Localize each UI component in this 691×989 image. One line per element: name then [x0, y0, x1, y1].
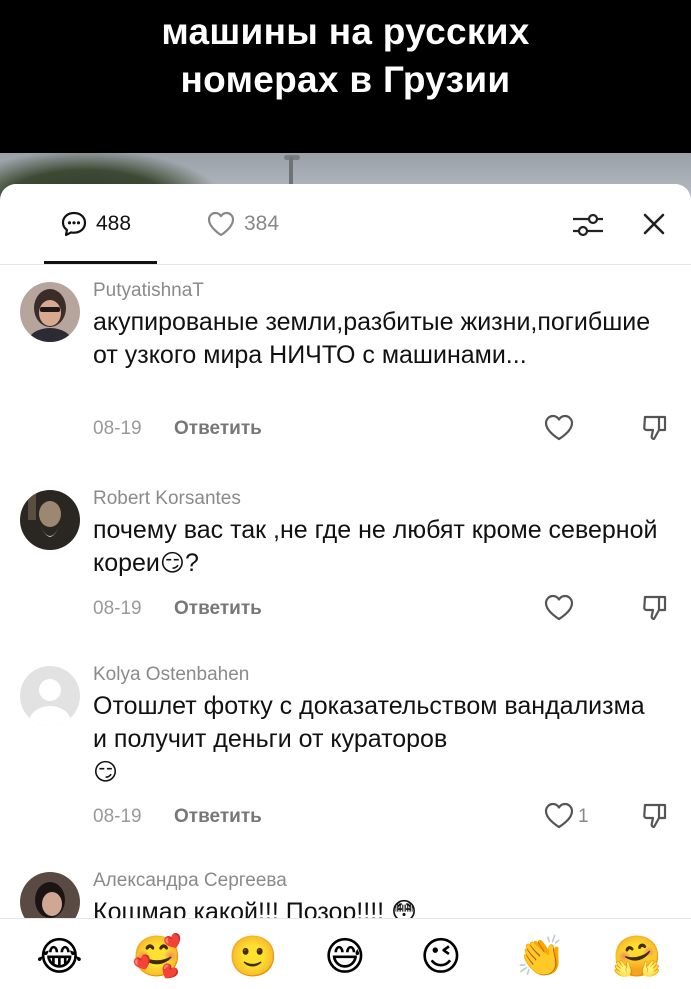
comment-text: акупированые земли,разбитые жизни,погибш…: [93, 308, 651, 369]
avatar[interactable]: [20, 282, 80, 342]
emoji-button[interactable]: 😂: [36, 933, 83, 981]
emoji-button[interactable]: 🙂: [228, 933, 278, 981]
video-background: машины на русских номерах в Грузии: [0, 0, 691, 200]
like-count: 1: [578, 806, 589, 827]
comment-date: 08-19: [93, 806, 142, 827]
comments-header: 488 384: [0, 184, 691, 265]
emoji-button[interactable]: 🥰: [132, 933, 182, 981]
user-photo-avatar: [20, 872, 80, 918]
dislike-icon[interactable]: [640, 593, 670, 623]
comment-text: Кошмар какой!!! Позор!!!! 😳: [93, 898, 418, 918]
emoji-button[interactable]: 😉: [420, 933, 462, 981]
smirk-emoji: 😏: [93, 758, 119, 786]
comments-count: 488: [96, 212, 132, 235]
user-photo-avatar: [20, 282, 80, 342]
video-caption: машины на русских номерах в Грузии: [0, 8, 691, 104]
reply-button[interactable]: Ответить: [174, 598, 262, 620]
comment-text-suffix: ?: [184, 549, 199, 577]
avatar[interactable]: [20, 872, 80, 918]
comment-date: 08-19: [93, 418, 142, 439]
emoji-button[interactable]: 😅: [324, 933, 366, 981]
comment-author[interactable]: Kolya Ostenbahen: [93, 664, 249, 686]
heart-icon[interactable]: [542, 801, 576, 831]
tab-comments[interactable]: 488: [60, 206, 131, 242]
close-icon[interactable]: [640, 210, 668, 238]
comment-bubble-icon: [61, 211, 87, 237]
comment-text: Отошлет фотку с доказательством вандализ…: [93, 690, 663, 789]
emoji-button[interactable]: 🤗: [612, 933, 662, 981]
heart-icon[interactable]: [542, 413, 576, 443]
comments-sheet: 488 384 PutyatishnaT акупированые земли,…: [0, 184, 691, 989]
comment-author[interactable]: Robert Korsantes: [93, 488, 241, 510]
emoji-quick-bar: 😂 🥰 🙂 😅 😉 👏 🤗: [0, 918, 691, 989]
smirk-emoji: 😏: [159, 549, 185, 577]
user-photo-avatar: [20, 490, 80, 550]
comment-author[interactable]: Александра Сергеева: [93, 870, 287, 892]
dislike-icon[interactable]: [640, 801, 670, 831]
caption-line-1: машины на русских: [161, 11, 530, 52]
heart-icon[interactable]: [542, 593, 576, 623]
avatar[interactable]: [20, 490, 80, 550]
avatar[interactable]: [20, 666, 80, 726]
caption-line-2: номерах в Грузии: [180, 59, 511, 100]
dislike-icon[interactable]: [640, 413, 670, 443]
reply-button[interactable]: Ответить: [174, 806, 262, 828]
comment-text: почему вас так ,не где не любят кроме се…: [93, 514, 663, 580]
filter-sliders-icon[interactable]: [570, 210, 606, 240]
heart-icon: [207, 211, 235, 237]
default-avatar-icon: [20, 666, 80, 726]
reply-button[interactable]: Ответить: [174, 418, 262, 440]
likes-count: 384: [244, 212, 280, 235]
comment-author[interactable]: PutyatishnaT: [93, 280, 204, 302]
comment-item: Александра Сергеева Кошмар какой!!! Позо…: [0, 870, 691, 918]
emoji-button[interactable]: 👏: [516, 933, 566, 981]
active-tab-indicator: [44, 261, 157, 264]
tab-likes[interactable]: 384: [206, 206, 279, 242]
comment-text-body: Отошлет фотку с доказательством вандализ…: [93, 692, 645, 753]
comment-date: 08-19: [93, 598, 142, 619]
